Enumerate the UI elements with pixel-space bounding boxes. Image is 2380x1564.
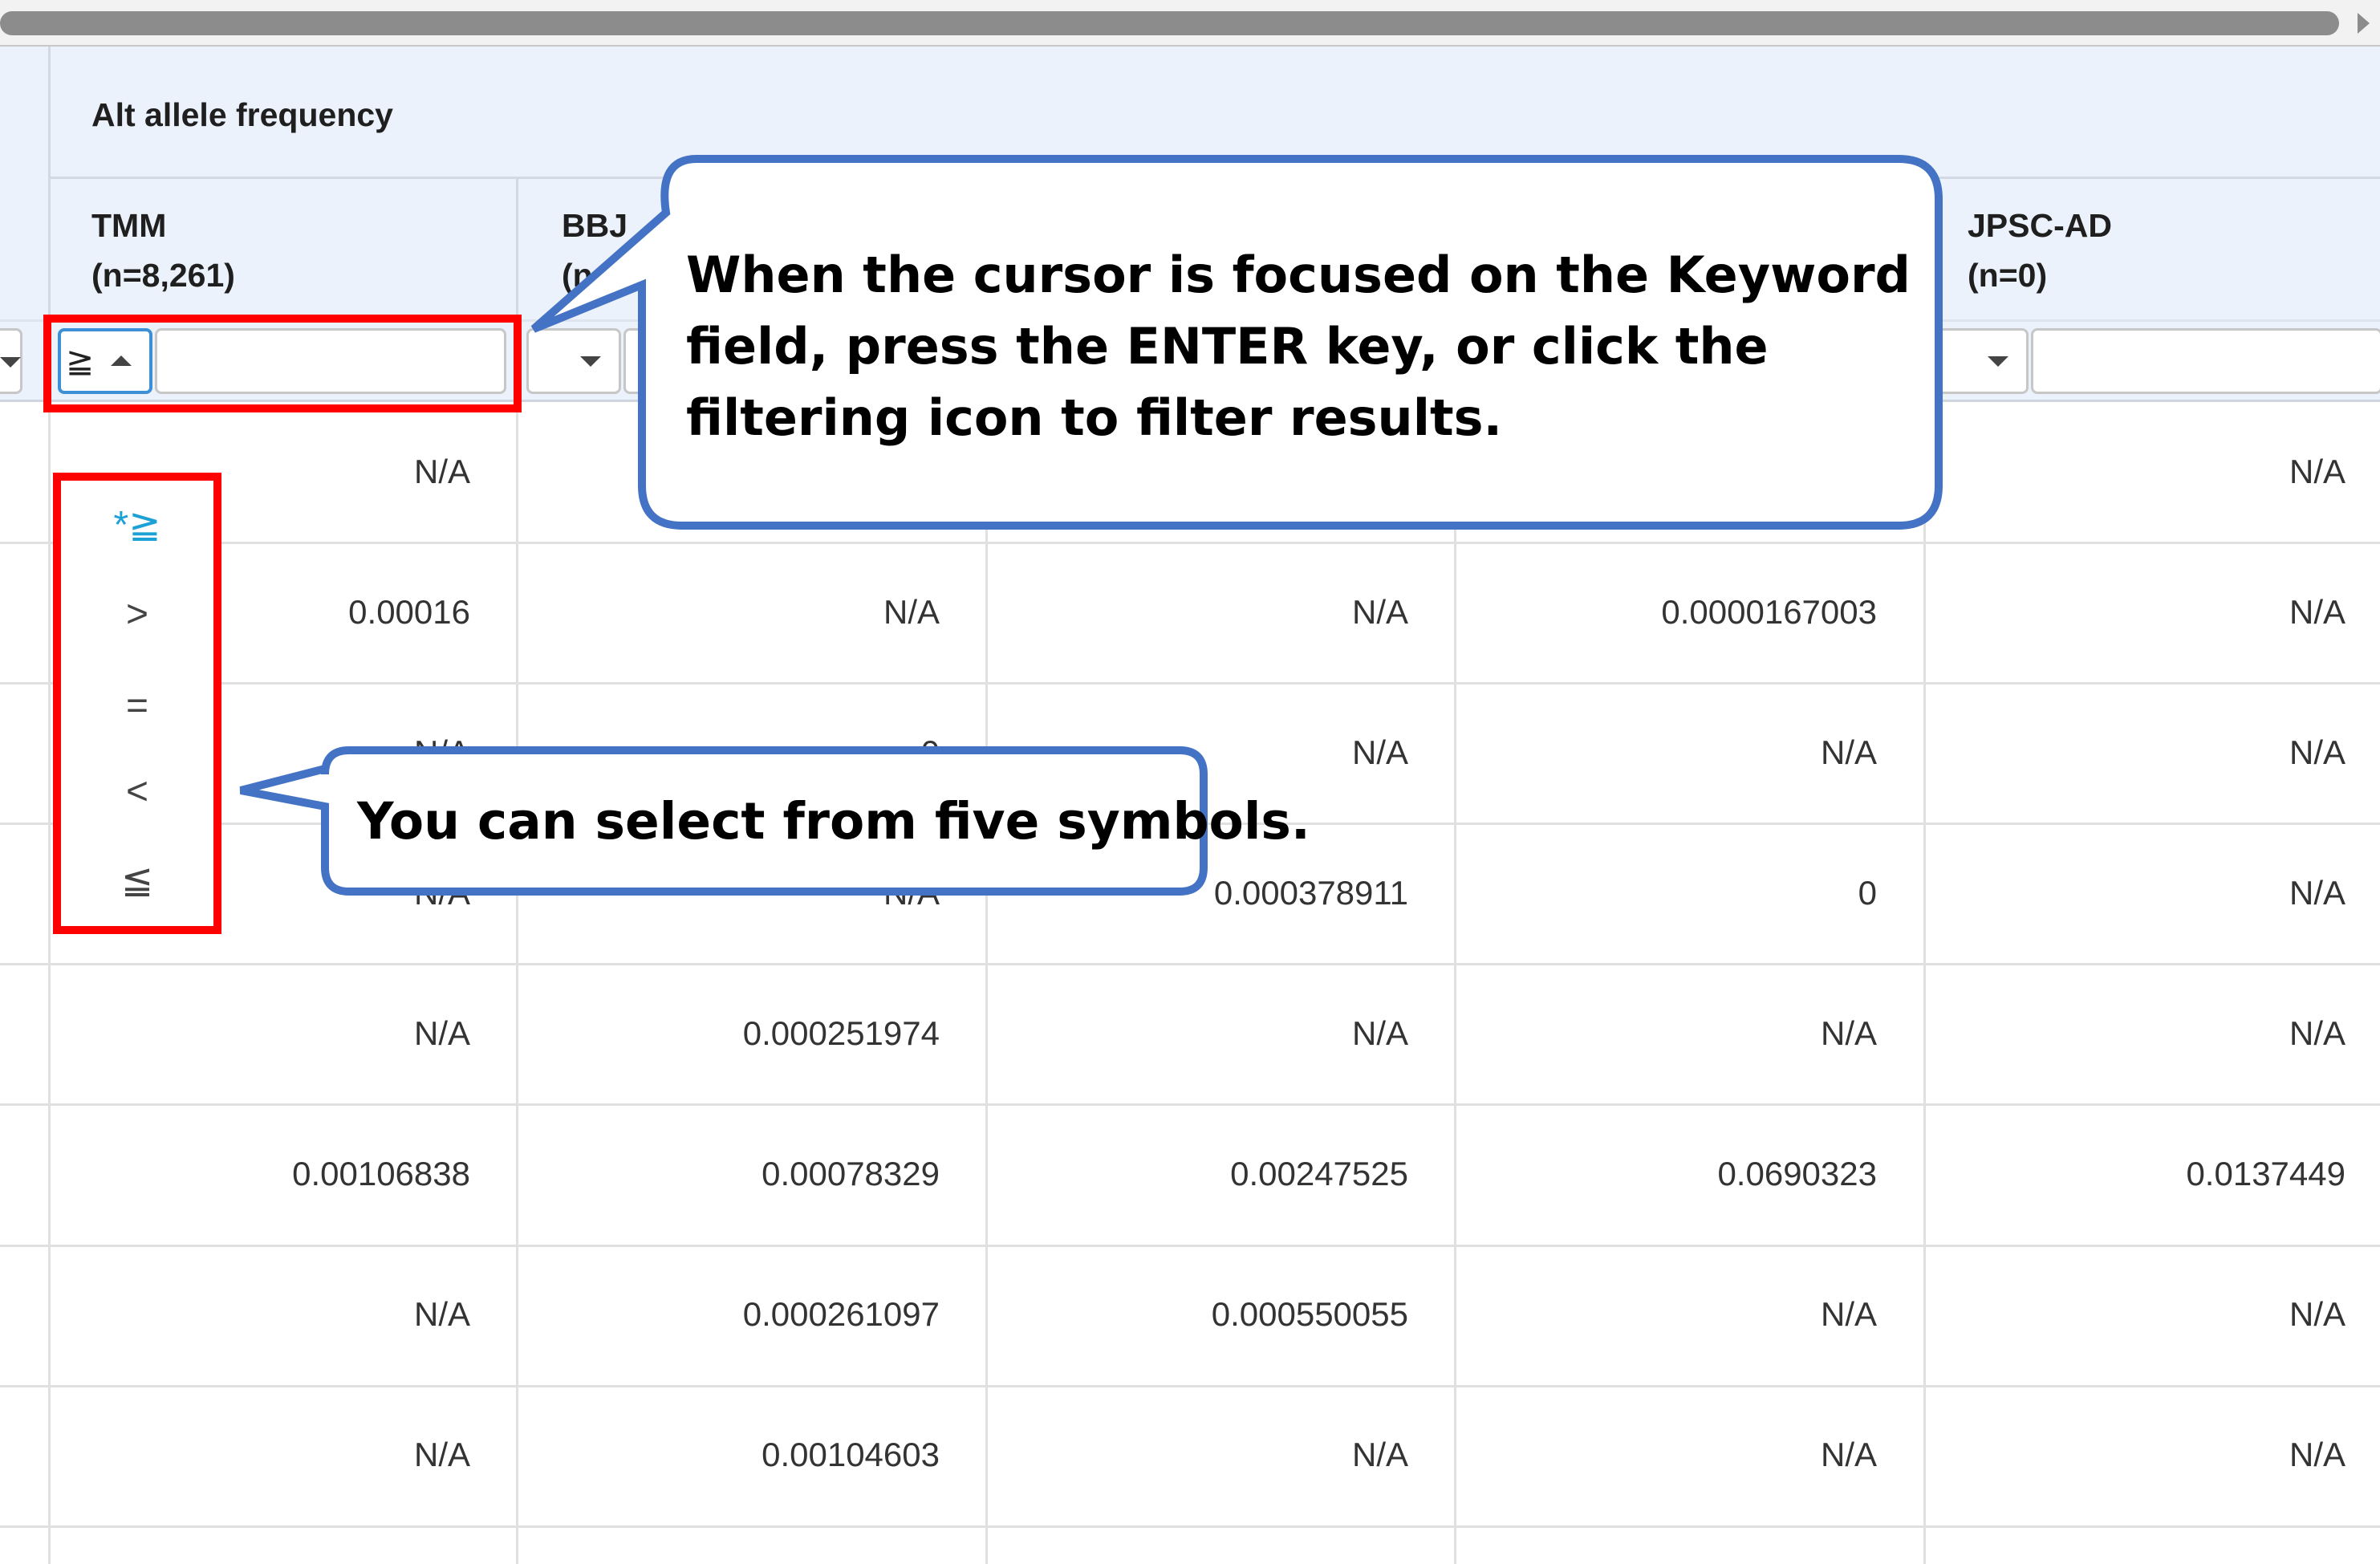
symbols-tip-text: You can select from five symbols. [357,792,1310,851]
callout-shapes [239,155,1943,896]
keyword-tip-text: When the cursor is focused on the Keywor… [686,246,1911,447]
